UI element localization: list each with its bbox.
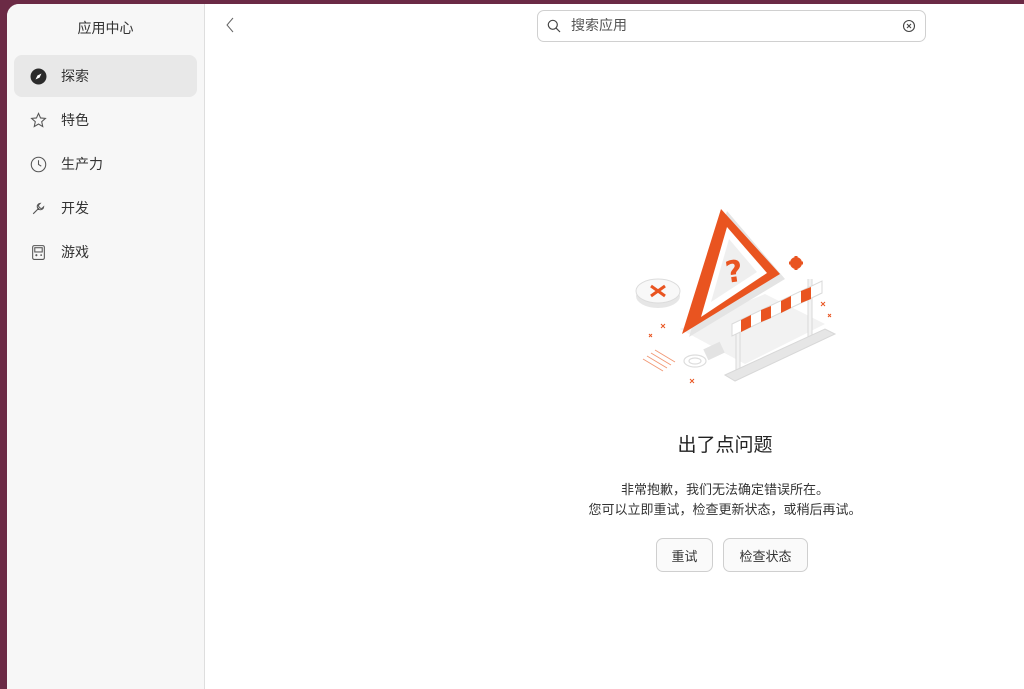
clear-search-icon[interactable]	[901, 18, 917, 34]
sidebar-title: 应用中心	[77, 21, 134, 37]
sidebar: 应用中心 探索 特色 生产力 开发 游戏	[7, 4, 205, 689]
error-message-line-1: 非常抱歉，我们无法确定错误所在。	[620, 483, 829, 498]
check-status-button[interactable]: 检查状态	[723, 538, 808, 572]
error-message-line-2: 您可以立即重试，检查更新状态，或稍后再试。	[588, 503, 862, 518]
gamepad-icon	[29, 243, 47, 261]
sidebar-item-label: 探索	[61, 69, 89, 85]
search-bar	[537, 10, 926, 42]
sidebar-item-productivity[interactable]: 生产力	[14, 143, 197, 185]
app-window: 应用中心 探索 特色 生产力 开发 游戏 搜索应用 ? 出了点问题 非常抱歉，我…	[7, 4, 1024, 689]
error-illustration: ?	[625, 199, 845, 399]
search-icon	[546, 18, 562, 34]
retry-button[interactable]: 重试	[656, 538, 713, 572]
warning-sign-illustration: ?	[635, 209, 837, 384]
sidebar-item-development[interactable]: 开发	[14, 187, 197, 229]
clock-icon	[29, 155, 47, 173]
sidebar-item-label: 开发	[61, 201, 89, 217]
sidebar-item-explore[interactable]: 探索	[14, 55, 197, 97]
chevron-left-icon	[225, 17, 235, 37]
compass-icon	[29, 67, 47, 85]
wrench-icon	[29, 199, 47, 217]
sidebar-nav: 探索 特色 生产力 开发 游戏	[14, 55, 197, 275]
sidebar-item-games[interactable]: 游戏	[14, 231, 197, 273]
star-icon	[29, 111, 47, 129]
error-title: 出了点问题	[677, 434, 773, 456]
back-button[interactable]	[220, 14, 240, 40]
sidebar-item-featured[interactable]: 特色	[14, 99, 197, 141]
sidebar-item-label: 生产力	[61, 157, 103, 173]
sidebar-item-label: 特色	[61, 113, 89, 129]
main-content: ?	[205, 4, 1024, 689]
search-input[interactable]	[571, 18, 901, 34]
sidebar-item-label: 游戏	[61, 245, 89, 261]
